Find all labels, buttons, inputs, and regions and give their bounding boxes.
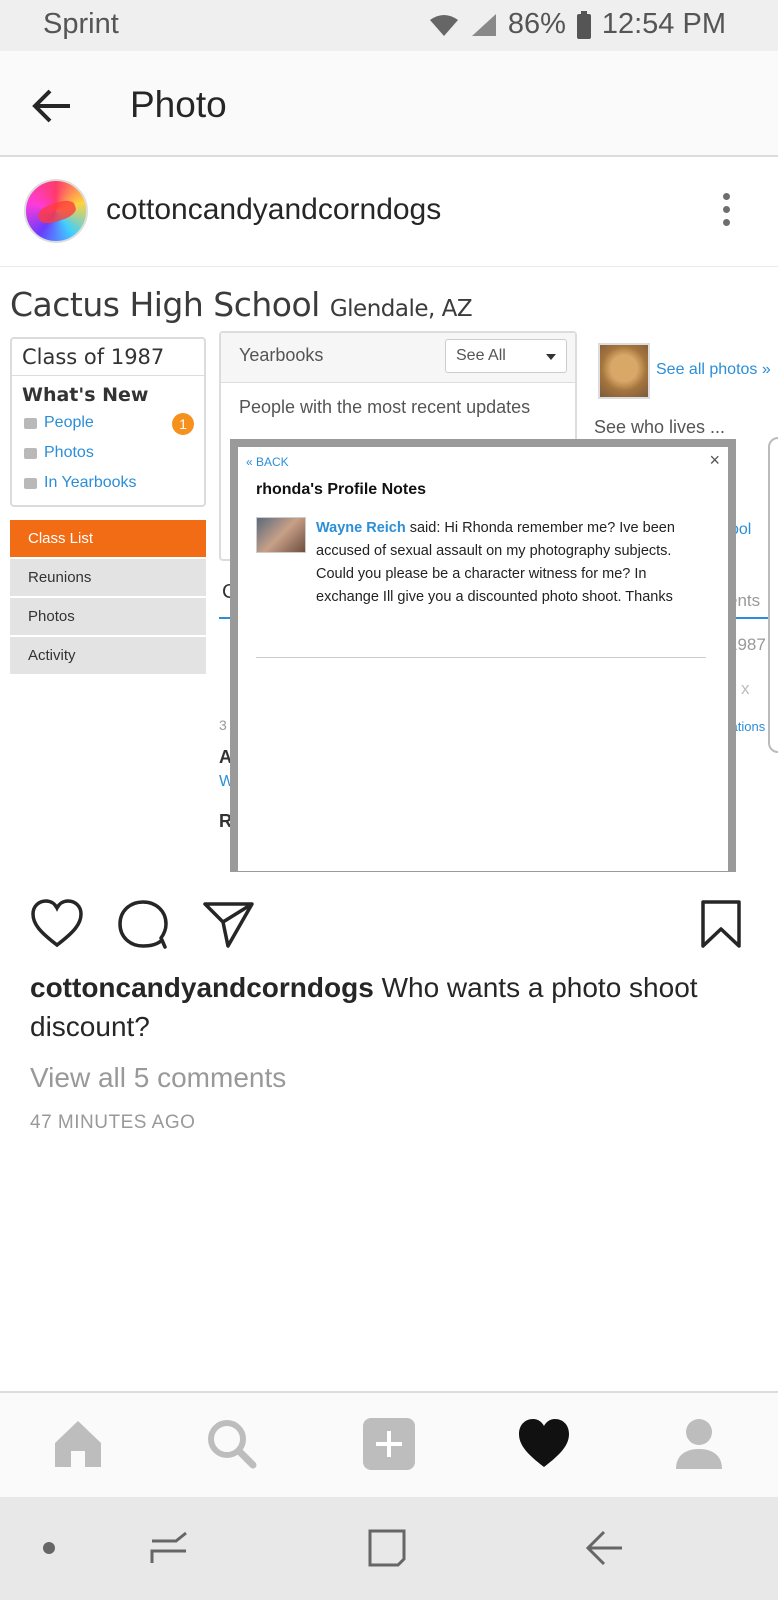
see-who-lives-link: See who lives ...	[594, 417, 726, 437]
app-bar: Photo	[0, 51, 778, 157]
profile-icon[interactable]	[670, 1415, 728, 1473]
bookmark-icon[interactable]	[694, 898, 748, 950]
heart-icon[interactable]	[30, 898, 84, 950]
signal-icon	[471, 13, 496, 36]
message-author: Wayne Reich	[316, 520, 406, 536]
post-timestamp: 47 MINUTES AGO	[30, 1112, 196, 1133]
author-thumbnail	[256, 517, 306, 553]
see-all-select: See All	[445, 339, 567, 373]
view-comments-link[interactable]: View all 5 comments	[30, 1062, 286, 1094]
nav-class-list: Class List	[10, 520, 206, 557]
post-username[interactable]: cottoncandyandcorndogs	[106, 193, 441, 227]
carrier-label: Sprint	[43, 8, 119, 40]
class-of-label: Class of 1987	[12, 339, 204, 376]
search-icon[interactable]	[203, 1415, 261, 1473]
popup-message: Wayne Reich said: Hi Rhonda remember me?…	[316, 517, 696, 609]
nav-activity: Activity	[10, 637, 206, 674]
yearbooks-link: In Yearbooks	[12, 468, 204, 498]
school-name: Cactus High School	[10, 285, 320, 324]
clock: 12:54 PM	[601, 8, 726, 40]
battery-icon	[576, 10, 591, 39]
bottom-tab-bar	[0, 1391, 778, 1497]
school-heading: Cactus High School Glendale, AZ	[10, 285, 473, 324]
yearbooks-label: Yearbooks	[239, 345, 324, 365]
share-icon[interactable]	[202, 898, 256, 950]
nav-reunions: Reunions	[10, 559, 206, 596]
whats-new-label: What's New	[22, 384, 149, 406]
popup-divider	[256, 657, 706, 658]
nav-photos: Photos	[10, 598, 206, 635]
wifi-icon	[429, 14, 458, 36]
post-image[interactable]: Cactus High School Glendale, AZ Class of…	[0, 267, 778, 872]
page-title: Photo	[130, 84, 227, 125]
fragment-three: 3	[219, 717, 227, 733]
post-header: cottoncandyandcorndogs	[0, 157, 778, 267]
post-caption: cottoncandyandcorndogs Who wants a photo…	[30, 968, 750, 1046]
home-square-icon[interactable]	[364, 1525, 410, 1571]
see-all-photos-link: See all photos »	[656, 361, 771, 378]
popup-back-link: « BACK	[246, 455, 289, 469]
photos-link: Photos	[12, 438, 204, 468]
class-nav: Class List Reunions Photos Activity	[10, 520, 206, 676]
home-icon[interactable]	[49, 1415, 107, 1473]
add-icon[interactable]	[360, 1415, 418, 1473]
arrow-left-icon[interactable]	[30, 84, 74, 128]
more-vertical-icon[interactable]	[716, 189, 736, 233]
status-bar: Sprint 86% 12:54 PM	[0, 0, 778, 51]
popup-title: rhonda's Profile Notes	[256, 481, 427, 498]
dot-icon[interactable]	[26, 1525, 72, 1571]
people-link: People 1	[12, 408, 204, 438]
people-badge: 1	[172, 413, 194, 435]
comment-icon[interactable]	[116, 898, 170, 950]
dog-photo	[598, 343, 650, 399]
battery-percent: 86%	[507, 8, 566, 40]
people-link-label: People	[44, 414, 94, 431]
heart-filled-icon[interactable]	[515, 1415, 573, 1473]
caption-username[interactable]: cottoncandyandcorndogs	[30, 972, 374, 1003]
school-location: Glendale, AZ	[329, 296, 473, 322]
close-icon: ×	[709, 450, 720, 470]
class-sidebar: Class of 1987 What's New People 1 Photos …	[10, 337, 206, 507]
recent-updates-label: People with the most recent updates	[239, 397, 531, 417]
recents-icon[interactable]	[146, 1525, 192, 1571]
post-actions	[0, 872, 778, 972]
edge-panel	[768, 437, 778, 753]
profile-notes-popup: « BACK × rhonda's Profile Notes Wayne Re…	[230, 439, 736, 872]
android-nav-bar	[0, 1497, 778, 1600]
back-icon[interactable]	[582, 1525, 628, 1571]
avatar[interactable]	[24, 179, 88, 243]
